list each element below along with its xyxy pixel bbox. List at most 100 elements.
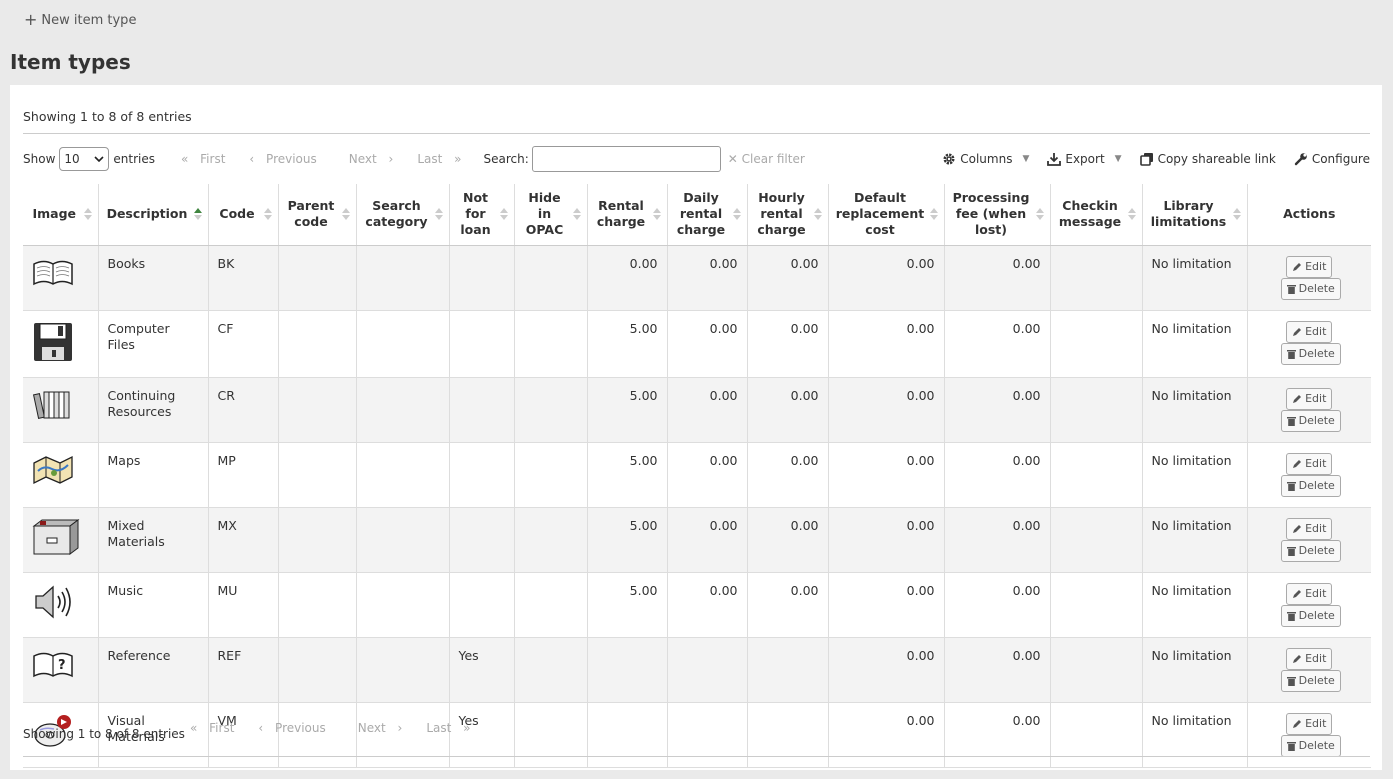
cell-checkin-message	[1050, 507, 1143, 573]
table-row: ? Reference REF Yes 0.00 0.00 No limitation Edi…	[23, 637, 1371, 703]
col-header-actions: Actions	[1247, 184, 1371, 246]
search-input[interactable]	[531, 146, 721, 172]
table-row: Books BK 0.00 0.00 0.00 0.00 0.00 No limitation…	[23, 245, 1371, 311]
cell-image	[23, 245, 99, 311]
edit-button[interactable]: Edit	[1286, 517, 1333, 540]
pager-first[interactable]: « First	[173, 152, 241, 166]
edit-button[interactable]: Edit	[1286, 582, 1333, 605]
col-header-rental-charge[interactable]: Rental charge	[587, 184, 668, 246]
export-button[interactable]: Export ▼	[1047, 152, 1122, 166]
cell-checkin-message	[1050, 442, 1143, 508]
cell-code: BK	[208, 245, 279, 311]
cell-not-for-loan	[449, 572, 515, 638]
delete-button[interactable]: Delete	[1280, 604, 1341, 627]
col-header-image[interactable]: Image	[23, 184, 99, 246]
delete-button[interactable]: Delete	[1280, 474, 1341, 497]
cell-hourly-rental-charge: 0.00	[747, 572, 829, 638]
trash-icon	[1286, 284, 1296, 294]
col-header-library-limitations[interactable]: Library limitations	[1142, 184, 1248, 246]
col-header-not-for-loan[interactable]: Not for loan	[449, 184, 515, 246]
cell-rental-charge	[587, 637, 668, 703]
col-header-search-category[interactable]: Search category	[356, 184, 450, 246]
cell-image	[23, 572, 99, 638]
cell-checkin-message	[1050, 572, 1143, 638]
cell-rental-charge: 5.00	[587, 442, 668, 508]
cell-code: MP	[208, 442, 279, 508]
pager-next[interactable]: Next ›	[333, 152, 402, 166]
cell-parent-code	[278, 442, 357, 508]
new-item-type-button[interactable]: + New item type	[24, 12, 136, 28]
edit-button[interactable]: Edit	[1286, 712, 1333, 735]
entries-per-page-select[interactable]: 10	[59, 147, 110, 171]
entries-label: entries	[113, 152, 155, 166]
divider-top	[23, 133, 1370, 134]
col-header-code[interactable]: Code	[208, 184, 279, 246]
copy-icon	[1139, 153, 1153, 166]
cell-hide-in-opac	[514, 507, 588, 573]
cell-description: Computer Files	[98, 310, 209, 378]
delete-button[interactable]: Delete	[1280, 734, 1341, 757]
cell-hide-in-opac	[514, 637, 588, 703]
cell-image	[23, 310, 99, 378]
col-header-parent-code[interactable]: Parent code	[278, 184, 357, 246]
cell-daily-rental-charge: 0.00	[667, 507, 748, 573]
configure-button[interactable]: Configure	[1294, 152, 1370, 166]
columns-button[interactable]: Columns ▼	[942, 152, 1029, 166]
copy-shareable-link-button[interactable]: Copy shareable link	[1139, 152, 1276, 166]
edit-button[interactable]: Edit	[1286, 647, 1333, 670]
col-header-default-replacement-cost[interactable]: Default replacement cost	[828, 184, 945, 246]
pager-previous[interactable]: ‹ Previous	[241, 152, 332, 166]
pager-first[interactable]: « First	[182, 721, 250, 735]
download-icon	[1047, 153, 1062, 166]
show-label: Show	[23, 152, 56, 166]
cell-parent-code	[278, 637, 357, 703]
edit-button[interactable]: Edit	[1286, 255, 1333, 278]
cell-actions: Edit Delete	[1247, 377, 1371, 443]
cell-search-category	[356, 507, 450, 573]
delete-button[interactable]: Delete	[1280, 342, 1341, 365]
cell-rental-charge	[587, 702, 668, 768]
pencil-icon	[1293, 262, 1302, 271]
sort-icon	[1035, 208, 1044, 221]
cell-hide-in-opac	[514, 572, 588, 638]
delete-button[interactable]: Delete	[1280, 539, 1341, 562]
sort-icon	[813, 208, 822, 221]
col-header-checkin-message[interactable]: Checkin message	[1050, 184, 1143, 246]
cell-search-category	[356, 572, 450, 638]
cell-daily-rental-charge: 0.00	[667, 442, 748, 508]
col-header-description[interactable]: Description	[98, 184, 209, 246]
col-header-hide-in-opac[interactable]: Hide in OPAC	[514, 184, 588, 246]
cell-library-limitations: No limitation	[1142, 310, 1248, 378]
pager-last[interactable]: Last »	[401, 152, 469, 166]
clear-filter-button[interactable]: ✕ Clear filter	[728, 152, 805, 166]
delete-button[interactable]: Delete	[1280, 669, 1341, 692]
cell-search-category	[356, 310, 450, 378]
trash-icon	[1286, 481, 1296, 491]
delete-button[interactable]: Delete	[1280, 409, 1341, 432]
pager-last[interactable]: Last »	[410, 721, 478, 735]
sort-icon	[572, 208, 581, 221]
col-header-hourly-rental-charge[interactable]: Hourly rental charge	[747, 184, 829, 246]
edit-button[interactable]: Edit	[1286, 320, 1333, 343]
cell-default-replacement-cost: 0.00	[828, 507, 945, 573]
pencil-icon	[1293, 459, 1302, 468]
speaker-icon	[32, 583, 74, 625]
cell-library-limitations: No limitation	[1142, 245, 1248, 311]
col-header-processing-fee[interactable]: Processing fee (when lost)	[944, 184, 1051, 246]
edit-button[interactable]: Edit	[1286, 452, 1333, 475]
entries-per-page-value: 10	[64, 152, 80, 166]
pager-next[interactable]: Next ›	[342, 721, 411, 735]
pencil-icon	[1293, 654, 1302, 663]
cell-daily-rental-charge: 0.00	[667, 572, 748, 638]
delete-button[interactable]: Delete	[1280, 277, 1341, 300]
cell-code: MX	[208, 507, 279, 573]
cell-hourly-rental-charge	[747, 702, 829, 768]
search-wrap: Search: ✕ Clear filter	[484, 146, 805, 172]
cell-library-limitations: No limitation	[1142, 442, 1248, 508]
col-header-daily-rental-charge[interactable]: Daily rental charge	[667, 184, 748, 246]
sort-icon	[732, 208, 741, 221]
pager-previous[interactable]: ‹ Previous	[250, 721, 341, 735]
cell-default-replacement-cost: 0.00	[828, 702, 945, 768]
sort-ascending-icon	[193, 208, 202, 221]
edit-button[interactable]: Edit	[1286, 387, 1333, 410]
